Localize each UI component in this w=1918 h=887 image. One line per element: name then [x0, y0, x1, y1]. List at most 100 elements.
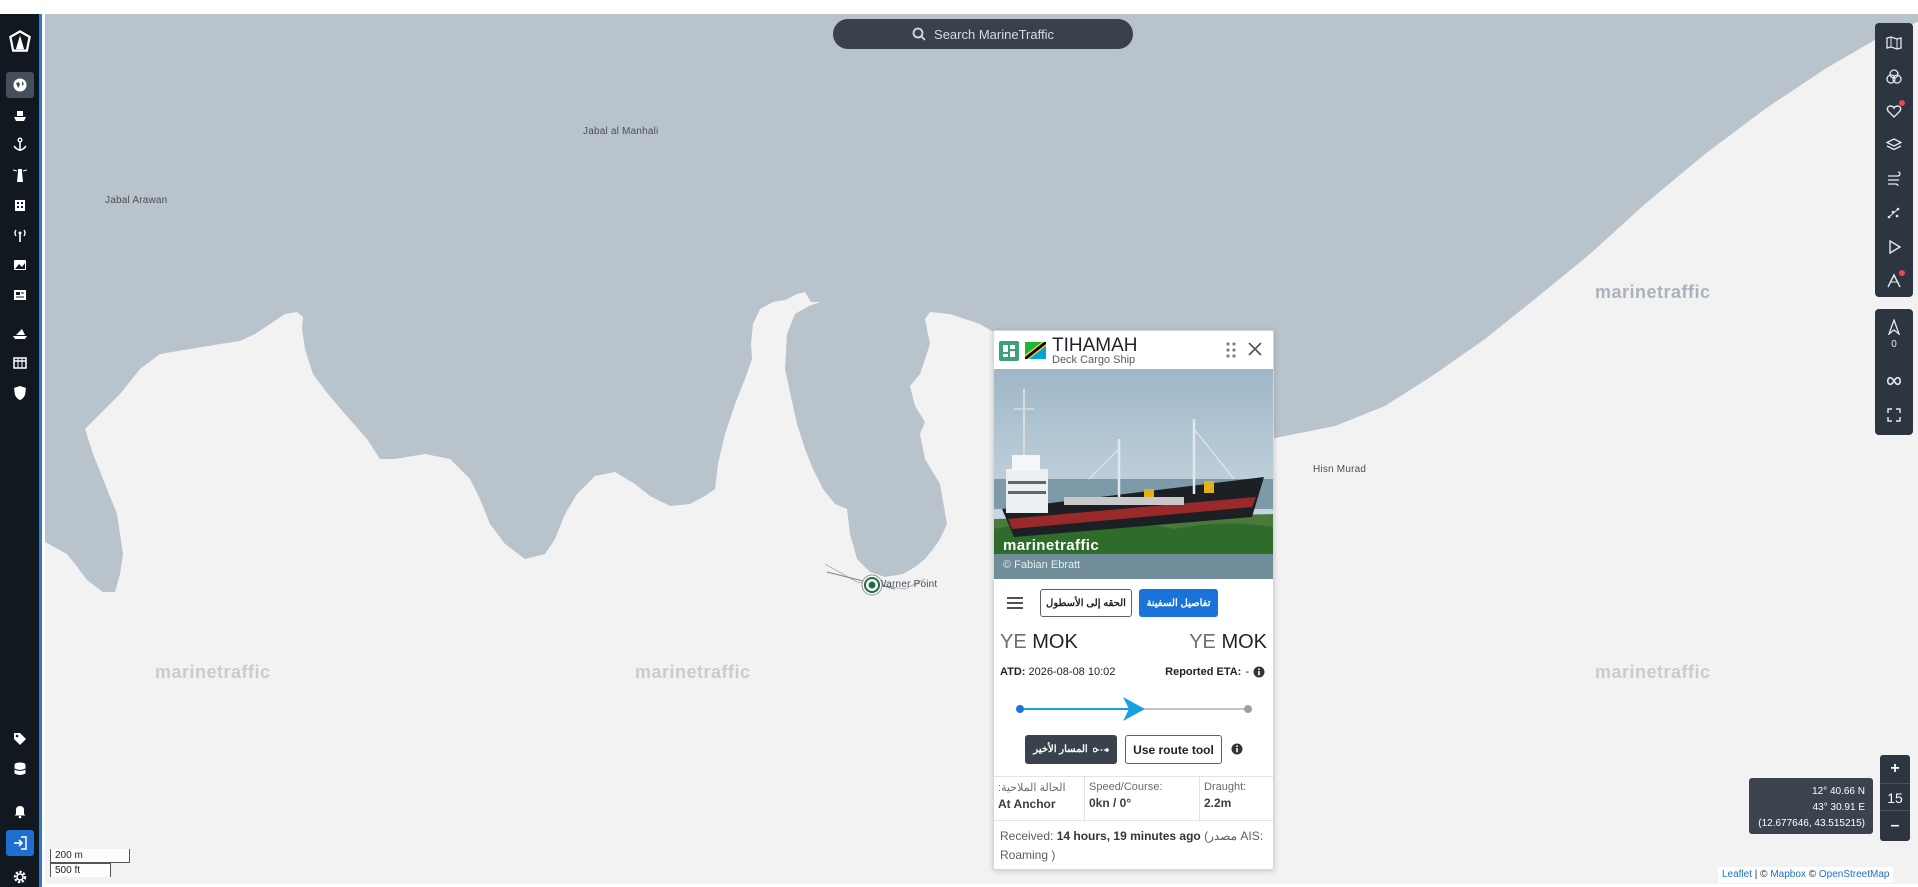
- vessel-photo[interactable]: marinetraffic © Fabian Ebratt: [994, 369, 1273, 579]
- eta-label: Reported ETA:: [1165, 666, 1242, 678]
- notification-dot: [1899, 270, 1905, 276]
- leaflet-link[interactable]: Leaflet: [1722, 869, 1752, 880]
- zoom-out-button[interactable]: –: [1880, 813, 1910, 839]
- zoom-level: 15: [1880, 783, 1910, 811]
- speed-course-value: 0kn / 0°: [1089, 796, 1132, 810]
- table-icon[interactable]: [6, 350, 34, 376]
- attribution-separator: ©: [1805, 869, 1819, 880]
- nav-status-value: At Anchor: [998, 797, 1056, 811]
- speed-course-label: Speed/Course:: [1089, 781, 1163, 793]
- vessel-count: 0: [1891, 339, 1897, 350]
- draught: Draught: 2.2m: [1199, 777, 1273, 821]
- tag-icon[interactable]: [6, 726, 34, 752]
- route-icon: [1092, 747, 1109, 752]
- watermark: marinetraffic: [1595, 662, 1711, 682]
- osm-link[interactable]: OpenStreetMap: [1819, 869, 1890, 880]
- close-icon[interactable]: [1246, 340, 1264, 358]
- info-icon[interactable]: [1231, 743, 1243, 755]
- globe-icon[interactable]: [6, 72, 34, 98]
- database-icon[interactable]: [6, 756, 34, 782]
- login-icon[interactable]: [6, 830, 34, 856]
- shield-icon[interactable]: [6, 380, 34, 406]
- ship-icon[interactable]: [6, 102, 34, 128]
- reported-eta: Reported ETA: -: [1165, 666, 1265, 678]
- drag-handle-icon[interactable]: [1224, 341, 1238, 359]
- vessel-details-button[interactable]: تفاصيل السفينة: [1139, 589, 1218, 617]
- left-navigation: [0, 14, 42, 887]
- place-label: Jabal Arawan: [105, 195, 168, 206]
- info-icon[interactable]: [1253, 666, 1265, 678]
- bell-icon[interactable]: [6, 798, 34, 824]
- watermark: marinetraffic: [155, 662, 271, 682]
- favorites-icon[interactable]: [1880, 97, 1908, 125]
- place-label: Jabal al Manhali: [583, 126, 659, 137]
- departure-port-code: MOK: [1032, 631, 1078, 653]
- nav-status-label: الحالة الملاحية:: [998, 782, 1066, 794]
- eta-value: -: [1245, 666, 1249, 678]
- route-actions: المسار الأخير Use route tool: [994, 734, 1273, 766]
- last-route-label: المسار الأخير: [1033, 744, 1088, 755]
- vessel-count-panel: 0: [1875, 309, 1913, 435]
- received-value: 14 hours, 19 minutes ago: [1056, 829, 1201, 843]
- marinetraffic-logo-icon[interactable]: [6, 28, 34, 54]
- speed-course: Speed/Course: 0kn / 0°: [1084, 777, 1199, 821]
- lighthouse-icon[interactable]: [6, 162, 34, 188]
- voyage-progress: [1016, 697, 1252, 721]
- zoom-in-button[interactable]: +: [1880, 756, 1910, 782]
- latitude: 12° 40.66 N: [1812, 786, 1865, 797]
- scale-imperial: 500 ft: [50, 863, 111, 877]
- search-icon: [912, 27, 926, 41]
- vessel-type: Deck Cargo Ship: [1052, 354, 1136, 366]
- fleet-icon[interactable]: [6, 320, 34, 346]
- watermark: marinetraffic: [1595, 282, 1711, 302]
- last-route-button[interactable]: المسار الأخير: [1025, 735, 1117, 764]
- photo-credit: © Fabian Ebratt: [1003, 559, 1081, 571]
- density-icon[interactable]: [1880, 199, 1908, 227]
- watermark: marinetraffic: [635, 662, 751, 682]
- water-area: [45, 14, 1918, 592]
- arrival-port[interactable]: YE MOK: [1189, 631, 1267, 654]
- departure-dot: [1016, 705, 1024, 713]
- menu-icon[interactable]: [1005, 595, 1025, 611]
- mapbox-link[interactable]: Mapbox: [1770, 869, 1806, 880]
- fullscreen-icon[interactable]: [1880, 401, 1908, 429]
- departure-port[interactable]: YE MOK: [1000, 631, 1078, 654]
- infinity-icon[interactable]: [1880, 367, 1908, 395]
- position-received: Received: 14 hours, 19 minutes ago (مصدر…: [1000, 827, 1268, 865]
- filters-icon[interactable]: [1880, 63, 1908, 91]
- add-to-fleet-button[interactable]: الحقه إلى الأسطول: [1040, 589, 1132, 617]
- atd: ATD: 2026-08-08 10:02: [1000, 666, 1115, 678]
- building-icon[interactable]: [6, 192, 34, 218]
- antenna-icon[interactable]: [6, 222, 34, 248]
- news-icon[interactable]: [6, 282, 34, 308]
- vessel-status-grid: الحالة الملاحية: At Anchor Speed/Course:…: [994, 776, 1273, 821]
- map-tools-panel: [1875, 23, 1913, 297]
- longitude: 43° 30.91 E: [1812, 802, 1865, 813]
- app: Jabal al Manhali Jabal Arawan Hisn Murad…: [0, 0, 1918, 887]
- scale-metric: 200 m: [50, 849, 130, 863]
- search-placeholder: Search MarineTraffic: [934, 26, 1054, 42]
- atd-label: ATD:: [1000, 666, 1026, 678]
- weather-icon[interactable]: [1880, 165, 1908, 193]
- search-bar[interactable]: Search MarineTraffic: [833, 19, 1133, 49]
- decimal-coordinates: (12.677646, 43.515215): [1758, 818, 1865, 829]
- draught-value: 2.2m: [1204, 796, 1232, 810]
- departure-country: YE: [1000, 631, 1027, 653]
- map[interactable]: Jabal al Manhali Jabal Arawan Hisn Murad…: [45, 14, 1918, 884]
- zoom-control: + 15 –: [1880, 755, 1910, 841]
- measure-icon[interactable]: [1880, 267, 1908, 295]
- layers-icon[interactable]: [1880, 131, 1908, 159]
- settings-icon[interactable]: [6, 864, 34, 887]
- route-tool-button[interactable]: Use route tool: [1125, 735, 1222, 764]
- navigational-status: الحالة الملاحية: At Anchor: [994, 777, 1084, 821]
- play-icon[interactable]: [1880, 233, 1908, 261]
- map-icon[interactable]: [1880, 29, 1908, 57]
- vessel-type-icon: [999, 341, 1019, 361]
- tanzania-flag-icon: [1025, 342, 1046, 359]
- arrival-dot: [1244, 705, 1252, 713]
- photos-icon[interactable]: [6, 252, 34, 278]
- vessel-arrow-icon[interactable]: [1880, 313, 1908, 341]
- place-label: Warner Point: [877, 579, 938, 590]
- anchor-icon[interactable]: [6, 132, 34, 158]
- vessel-anchored-icon[interactable]: [861, 574, 883, 596]
